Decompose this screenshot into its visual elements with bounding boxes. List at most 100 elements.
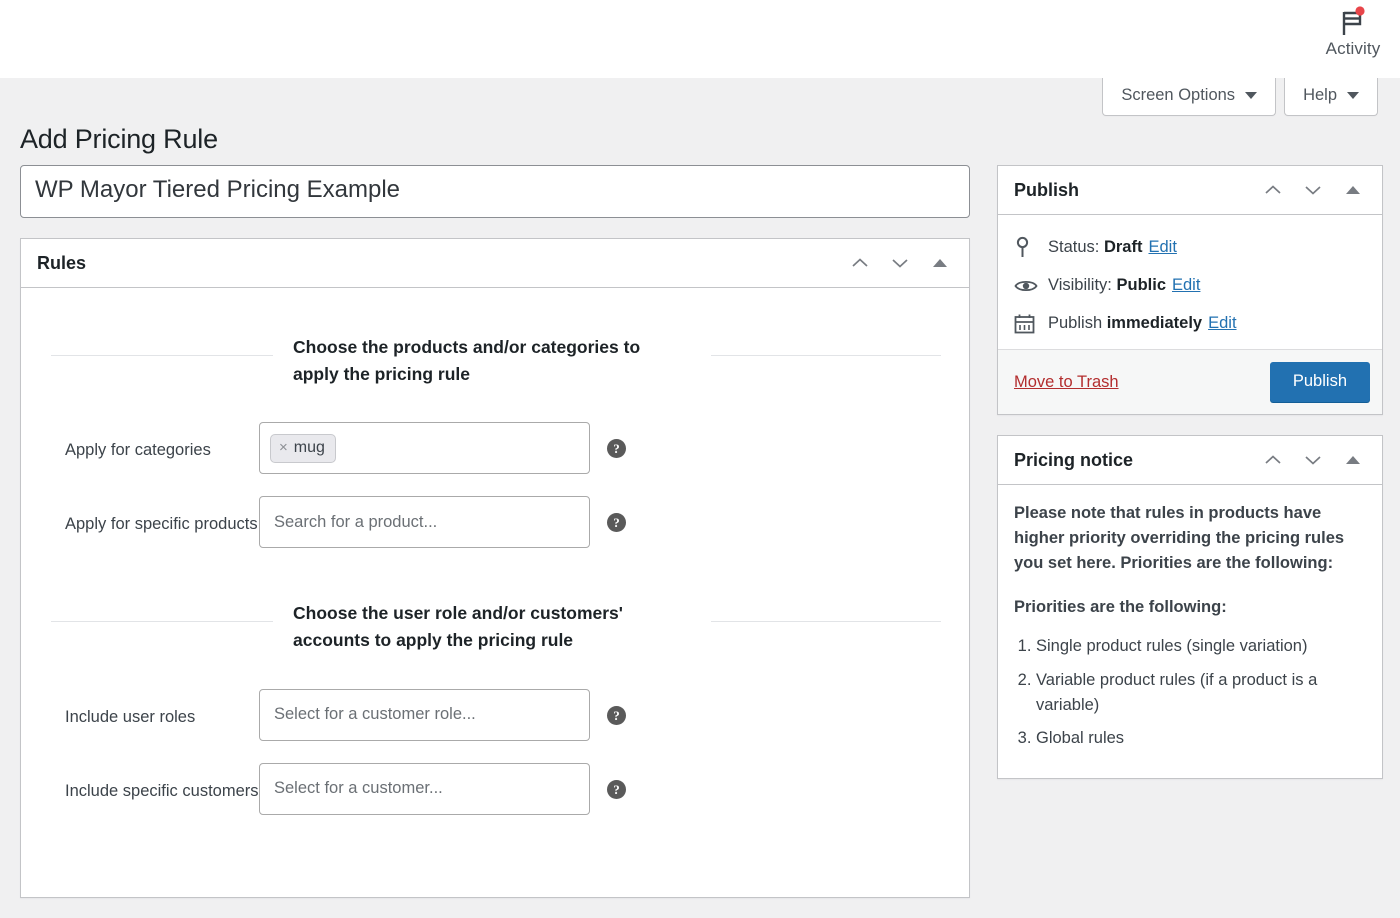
divider-right: [711, 621, 941, 623]
pricing-notice-metabox: Pricing notice Please note that rules in…: [997, 435, 1383, 779]
screen-meta-links: Screen Options Help: [1102, 78, 1378, 116]
chevron-down-icon: [892, 259, 908, 268]
include-user-roles-placeholder: Select for a customer role...: [274, 705, 476, 723]
help-label: Help: [1303, 86, 1337, 104]
move-to-trash-link[interactable]: Move to Trash: [1014, 373, 1119, 392]
chevron-down-icon: [1245, 91, 1258, 99]
pricing-notice-header: Pricing notice: [998, 436, 1382, 485]
chevron-down-icon: [1305, 186, 1321, 195]
include-customers-label: Include specific customers: [65, 781, 259, 800]
apply-products-label: Apply for specific products: [65, 515, 258, 534]
help-tooltip-icon[interactable]: ?: [607, 779, 626, 799]
chevron-up-icon: [1265, 185, 1281, 194]
category-token-mug[interactable]: × mug: [270, 433, 336, 463]
rules-metabox-title: Rules: [37, 252, 87, 273]
move-up-button[interactable]: [1256, 443, 1290, 477]
move-down-button[interactable]: [1296, 173, 1330, 207]
toggle-panel-button[interactable]: [923, 246, 957, 280]
publish-schedule-value: immediately: [1106, 314, 1203, 332]
rules-metabox-header: Rules: [21, 239, 969, 288]
products-section-heading: Choose the products and/or categories to…: [31, 334, 959, 388]
field-row-include-customers: Include specific customers Select for a …: [31, 762, 959, 815]
apply-categories-label: Apply for categories: [65, 441, 211, 460]
help-tooltip-icon[interactable]: ?: [607, 705, 626, 725]
publish-visibility-value: Public: [1116, 276, 1166, 294]
help-tooltip-icon[interactable]: ?: [607, 439, 626, 459]
toggle-panel-button[interactable]: [1336, 443, 1370, 477]
rules-metabox: Rules Choose the products and/or categor…: [20, 238, 970, 898]
publish-metabox-body: Status: Draft Edit Visibility: Public Ed…: [998, 215, 1382, 349]
apply-products-placeholder: Search for a product...: [274, 512, 438, 531]
toggle-panel-button[interactable]: [1336, 173, 1370, 207]
publish-schedule-row: Publish immediately Edit: [1012, 304, 1368, 343]
include-customers-placeholder: Select for a customer...: [274, 779, 443, 797]
top-bar: Activity: [0, 0, 1400, 78]
triangle-up-icon: [1346, 456, 1360, 464]
apply-products-select[interactable]: Search for a product...: [259, 496, 590, 549]
main-column: Rules Ch: [20, 165, 970, 918]
publish-schedule-prefix: Publish: [1048, 314, 1103, 332]
pricing-notice-title: Pricing notice: [1014, 449, 1134, 470]
publish-metabox-title: Publish: [1014, 179, 1080, 200]
list-item: Global rules: [1036, 726, 1366, 751]
calendar-icon: [1014, 313, 1048, 334]
products-section-heading-text: Choose the products and/or categories to…: [293, 337, 641, 385]
activity-button[interactable]: Activity: [1314, 4, 1392, 59]
publish-button[interactable]: Publish: [1269, 362, 1370, 402]
list-item: Single product rules (single variation): [1036, 634, 1366, 659]
divider-left: [51, 621, 273, 623]
screen-options-label: Screen Options: [1121, 86, 1236, 104]
publish-metabox: Publish Status: Draft Edit Visibility: P…: [997, 165, 1383, 415]
eye-icon: [1014, 278, 1048, 294]
divider-left: [51, 355, 273, 356]
page-title: Add Pricing Rule: [20, 124, 218, 155]
pricing-priority-list: Single product rules (single variation) …: [1014, 634, 1366, 751]
publish-status-value: Draft: [1103, 237, 1143, 256]
include-customers-select[interactable]: Select for a customer...: [259, 762, 590, 815]
triangle-up-icon: [1346, 186, 1360, 194]
field-row-apply-products: Apply for specific products Search for a…: [31, 496, 959, 549]
pricing-notice-paragraph: Please note that rules in products have …: [1014, 504, 1345, 572]
publish-status-row: Status: Draft Edit: [1012, 227, 1368, 267]
list-item: Variable product rules (if a product is …: [1036, 668, 1366, 718]
field-row-include-user-roles: Include user roles Select for a customer…: [31, 688, 959, 741]
remove-token-icon[interactable]: ×: [279, 440, 288, 455]
triangle-up-icon: [933, 259, 947, 267]
include-user-roles-label: Include user roles: [65, 707, 196, 726]
publish-status-prefix: Status:: [1048, 237, 1100, 256]
flag-icon: [1314, 4, 1392, 38]
edit-visibility-link[interactable]: Edit: [1172, 276, 1200, 295]
category-token-label: mug: [293, 438, 325, 456]
help-tooltip-icon[interactable]: ?: [607, 513, 626, 533]
chevron-up-icon: [1265, 455, 1281, 464]
chevron-down-icon: [1305, 456, 1321, 465]
move-up-button[interactable]: [1256, 173, 1290, 207]
rules-metabox-actions: [843, 246, 957, 280]
chevron-down-icon: [1347, 91, 1359, 99]
move-down-button[interactable]: [1296, 443, 1330, 477]
roles-section-heading-text: Choose the user role and/or customers' a…: [293, 603, 623, 651]
screen-options-tab[interactable]: Screen Options: [1102, 78, 1277, 116]
help-tab[interactable]: Help: [1284, 78, 1378, 116]
pricing-notice-body: Please note that rules in products have …: [998, 485, 1382, 778]
roles-section-heading: Choose the user role and/or customers' a…: [31, 600, 959, 654]
edit-schedule-link[interactable]: Edit: [1208, 314, 1236, 333]
field-row-apply-categories: Apply for categories × mug ?: [31, 422, 959, 475]
pin-icon: [1014, 236, 1048, 258]
side-column: Publish Status: Draft Edit Visibility: P…: [997, 165, 1383, 799]
publish-metabox-header: Publish: [998, 166, 1382, 215]
edit-status-link[interactable]: Edit: [1148, 238, 1176, 257]
rules-metabox-body: Choose the products and/or categories to…: [21, 288, 969, 897]
include-user-roles-select[interactable]: Select for a customer role...: [259, 688, 590, 741]
activity-label: Activity: [1325, 39, 1381, 58]
apply-categories-select[interactable]: × mug: [259, 422, 590, 475]
move-down-button[interactable]: [883, 246, 917, 280]
divider-right: [711, 355, 941, 356]
chevron-up-icon: [852, 258, 868, 267]
pricing-notice-actions: [1256, 443, 1370, 477]
rule-title-input[interactable]: [20, 165, 970, 218]
publish-visibility-row: Visibility: Public Edit: [1012, 267, 1368, 304]
publish-metabox-footer: Move to Trash Publish: [998, 349, 1382, 414]
publish-visibility-prefix: Visibility:: [1048, 276, 1112, 294]
move-up-button[interactable]: [843, 246, 877, 280]
